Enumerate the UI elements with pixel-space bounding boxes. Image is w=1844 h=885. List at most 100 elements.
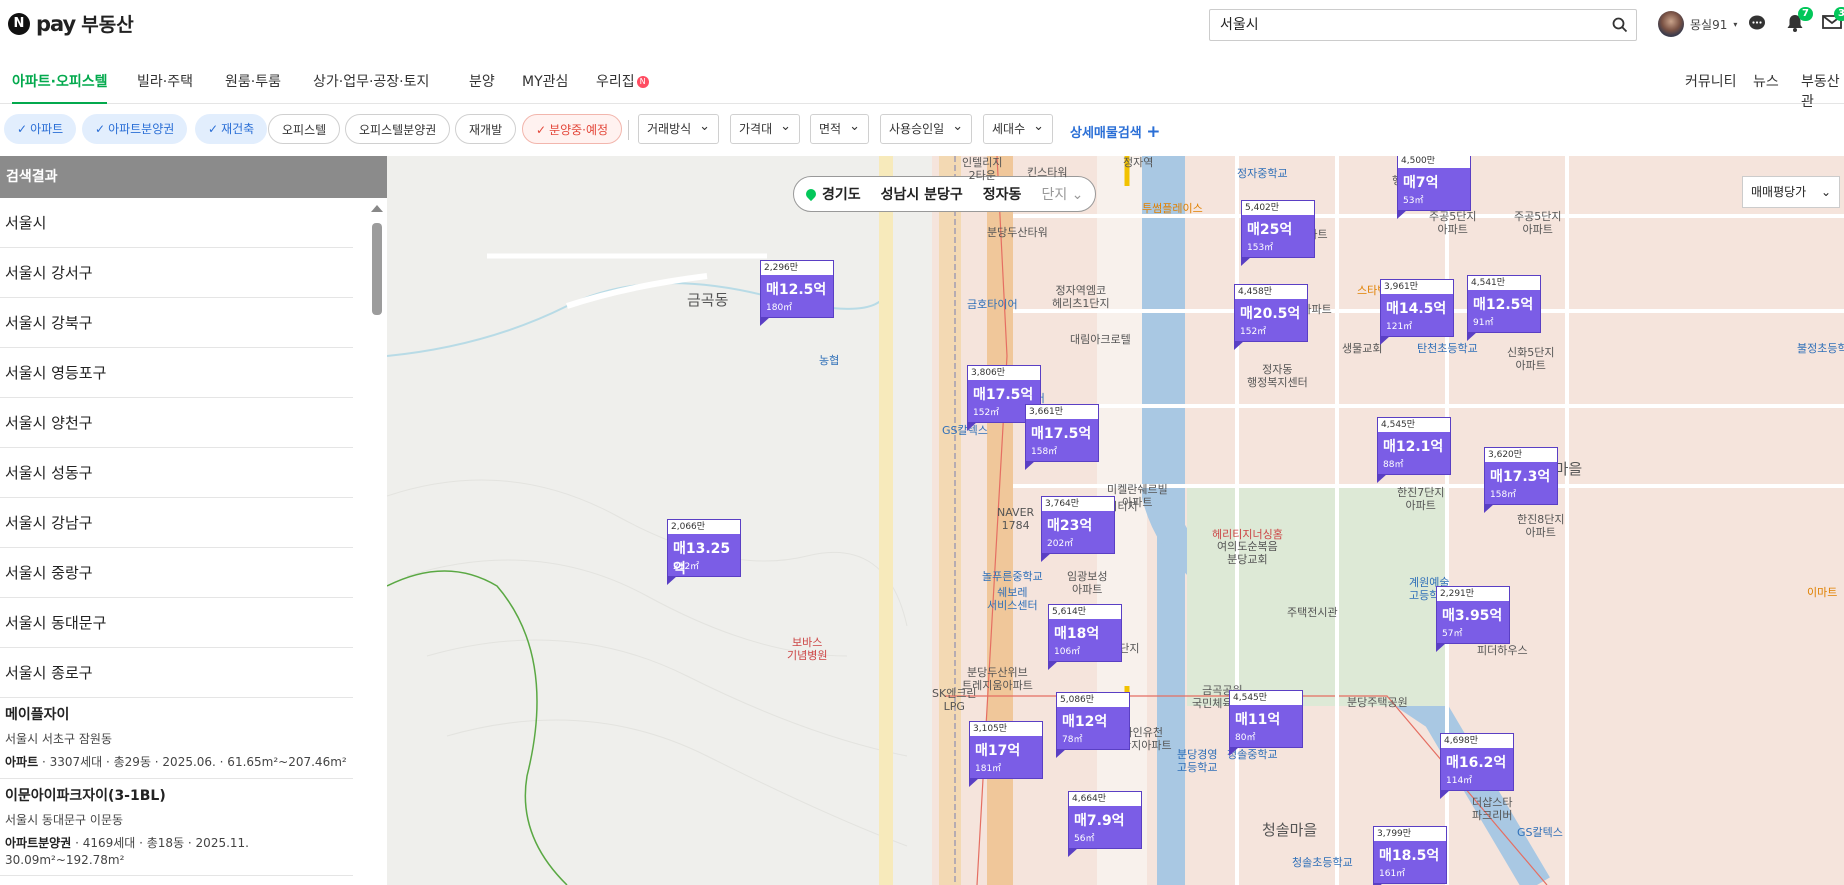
map-place-label[interactable]: 한진8단지 아파트 <box>1517 513 1564 539</box>
map-place-label[interactable]: 정자역 <box>1123 156 1153 169</box>
price-type-dropdown[interactable]: 매매평당가 ⌄ <box>1742 176 1840 208</box>
chat-icon[interactable] <box>1748 14 1766 36</box>
price-marker[interactable]: 2,291만 매3.95억 57㎡ <box>1436 586 1510 652</box>
map-place-label[interactable]: 금곡동 <box>687 293 728 308</box>
price-marker[interactable]: 5,086만 매12억 78㎡ <box>1056 692 1130 758</box>
map-place-label[interactable]: GS칼텍스 <box>942 424 988 437</box>
search-icon[interactable] <box>1612 17 1628 33</box>
scrollbar[interactable] <box>371 203 383 875</box>
map-place-label[interactable]: 한진7단지 아파트 <box>1397 486 1444 512</box>
mail-icon[interactable]: 3 <box>1822 7 1844 34</box>
map-view[interactable]: 경기도 성남시 분당구 정자동 단지 ⌄ 금곡동농협금호타이어볼보서비스센터더헤… <box>387 156 1844 885</box>
map-place-label[interactable]: 농협 <box>819 354 839 367</box>
price-marker[interactable]: 3,799만 매18.5억 161㎡ <box>1373 826 1447 885</box>
price-marker[interactable]: 4,664만 매7.9억 56㎡ <box>1068 791 1142 857</box>
price-marker[interactable]: 5,614만 매18억 106㎡ <box>1048 604 1122 670</box>
map-place-label[interactable]: 탄천초등학교 <box>1417 342 1478 355</box>
price-marker[interactable]: 3,764만 매23억 202㎡ <box>1041 496 1115 562</box>
chip-officetel-presale[interactable]: 오피스텔분양권 <box>345 114 451 144</box>
map-place-label[interactable]: 미켈란쉐르빌 아파트 <box>1107 483 1168 509</box>
map-place-label[interactable]: 분당경영 고등학교 <box>1177 748 1217 774</box>
breadcrumb-complex[interactable]: 단지 ⌄ <box>1041 184 1083 204</box>
map-place-label[interactable]: 주택전시관 <box>1287 606 1338 619</box>
search-input[interactable]: 서울시 <box>1209 9 1637 41</box>
breadcrumb-dong[interactable]: 정자동 <box>983 184 1022 204</box>
map-place-label[interactable]: 이마트 <box>1807 586 1837 599</box>
price-marker[interactable]: 4,500만 매7억 53㎡ <box>1397 156 1471 219</box>
chip-reconstruction[interactable]: ✓ 재건축 <box>195 114 268 144</box>
map-place-label[interactable]: NAVER 1784 <box>997 506 1034 532</box>
map-place-label[interactable]: 쉐보레 서비스센터 <box>987 586 1038 612</box>
scroll-up-icon[interactable] <box>371 205 383 212</box>
map-place-label[interactable]: GS칼텍스 <box>1517 826 1563 839</box>
map-place-label[interactable]: 분당주택공원 <box>1347 696 1408 709</box>
map-place-label[interactable]: 정자역엠코 헤리츠1단지 <box>1052 284 1110 310</box>
map-breadcrumb[interactable]: 경기도 성남시 분당구 정자동 단지 ⌄ <box>793 176 1097 212</box>
nav-my-home[interactable]: 우리집 N <box>596 71 649 91</box>
scroll-thumb[interactable] <box>372 223 382 315</box>
user-menu[interactable]: 몽실91 ▾ <box>1658 11 1737 37</box>
nav-apartment[interactable]: 아파트·오피스텔 <box>12 71 108 104</box>
map-place-label[interactable]: 임광보성 아파트 <box>1067 570 1107 596</box>
map-place-label[interactable]: 분당두산타워 <box>987 226 1048 239</box>
map-place-label[interactable]: 더샵스타 파크리버 <box>1472 796 1512 822</box>
region-item[interactable]: 서울시 동대문구 <box>0 598 353 648</box>
nav-oneroom[interactable]: 원룸·투룸 <box>225 71 281 91</box>
price-marker[interactable]: 4,698만 매16.2억 114㎡ <box>1440 733 1514 799</box>
bell-icon[interactable]: 7 <box>1786 7 1813 36</box>
map-place-label[interactable]: 청솔마을 <box>1262 823 1317 838</box>
region-item[interactable]: 서울시 양천구 <box>0 398 353 448</box>
region-item[interactable]: 서울시 종로구 <box>0 648 353 698</box>
region-item[interactable]: 서울시 성동구 <box>0 448 353 498</box>
price-marker[interactable]: 4,541만 매12.5억 91㎡ <box>1467 275 1541 341</box>
breadcrumb-city[interactable]: 성남시 분당구 <box>881 184 963 204</box>
map-place-label[interactable]: 피더하우스 <box>1477 644 1528 657</box>
map-place-label[interactable]: 보바스 기념병원 <box>787 636 827 662</box>
map-place-label[interactable]: 인텔리지 2타운 <box>962 156 1002 182</box>
region-item[interactable]: 서울시 강북구 <box>0 298 353 348</box>
map-place-label[interactable]: 생물교회 <box>1342 342 1382 355</box>
price-marker[interactable]: 3,620만 매17.3억 158㎡ <box>1484 447 1558 513</box>
region-item[interactable]: 서울시 강서구 <box>0 248 353 298</box>
price-marker[interactable]: 4,545만 매11억 80㎡ <box>1229 690 1303 756</box>
dropdown-area[interactable]: 면적 <box>810 114 869 144</box>
region-item[interactable]: 서울시 강남구 <box>0 498 353 548</box>
region-item[interactable]: 서울시 <box>0 198 353 248</box>
dropdown-trade-type[interactable]: 거래방식 <box>638 114 720 144</box>
dropdown-approval-date[interactable]: 사용승인일 <box>880 114 973 144</box>
map-place-label[interactable]: 킨스타워 <box>1027 166 1067 179</box>
map-place-label[interactable]: 놀푸른중학교 <box>982 570 1043 583</box>
map-place-label[interactable]: 청솔초등학교 <box>1292 856 1353 869</box>
chip-redevelopment[interactable]: 재개발 <box>455 114 517 144</box>
price-marker[interactable]: 2,066만 매13.25억 212㎡ <box>667 519 741 585</box>
complex-item[interactable]: 이문아이파크자이(3-1BL) 서울시 동대문구 이문동 아파트분양권 · 4169… <box>0 779 353 876</box>
detail-search-button[interactable]: 상세매물검색 + <box>1070 122 1161 142</box>
map-place-label[interactable]: 대림아크로텔 <box>1070 333 1131 346</box>
map-place-label[interactable]: 신화5단지 아파트 <box>1507 346 1554 372</box>
nav-commercial[interactable]: 상가·업무·공장·토지 <box>313 71 429 91</box>
chip-officetel[interactable]: 오피스텔 <box>268 114 341 144</box>
breadcrumb-province[interactable]: 경기도 <box>803 184 861 204</box>
price-marker[interactable]: 3,961만 매14.5억 121㎡ <box>1380 279 1454 345</box>
nav-realtor[interactable]: 부동산관 <box>1801 71 1844 111</box>
logo[interactable]: N pay 부동산 <box>8 10 134 37</box>
map-place-label[interactable]: 여의도순복음 분당교회 <box>1217 540 1278 566</box>
chip-apartment[interactable]: ✓ 아파트 <box>4 114 77 144</box>
price-marker[interactable]: 3,661만 매17.5억 158㎡ <box>1025 404 1099 470</box>
price-marker[interactable]: 4,545만 매12.1억 88㎡ <box>1377 417 1451 483</box>
chip-apartment-presale[interactable]: ✓ 아파트분양권 <box>82 114 188 144</box>
complex-item[interactable]: 메이플자이 서울시 서초구 잠원동 아파트 · 3307세대 · 총29동 · 20… <box>0 698 353 779</box>
map-place-label[interactable]: 주공5단지 아파트 <box>1429 210 1476 236</box>
dropdown-household[interactable]: 세대수 <box>983 114 1054 144</box>
price-marker[interactable]: 3,105만 매17억 181㎡ <box>969 721 1043 787</box>
map-place-label[interactable]: 정자중학교 <box>1237 167 1288 180</box>
region-item[interactable]: 서울시 영등포구 <box>0 348 353 398</box>
nav-news[interactable]: 뉴스 <box>1753 71 1779 91</box>
nav-my-interest[interactable]: MY관심 <box>522 71 568 91</box>
price-marker[interactable]: 4,458만 매20.5억 152㎡ <box>1234 284 1308 350</box>
region-item[interactable]: 서울시 중랑구 <box>0 548 353 598</box>
map-place-label[interactable]: 불정초등학 <box>1797 342 1844 355</box>
map-place-label[interactable]: 분당두산위브 트레지움아파트 <box>962 666 1033 692</box>
nav-community[interactable]: 커뮤니티 <box>1685 71 1737 91</box>
nav-villa[interactable]: 빌라·주택 <box>137 71 193 91</box>
